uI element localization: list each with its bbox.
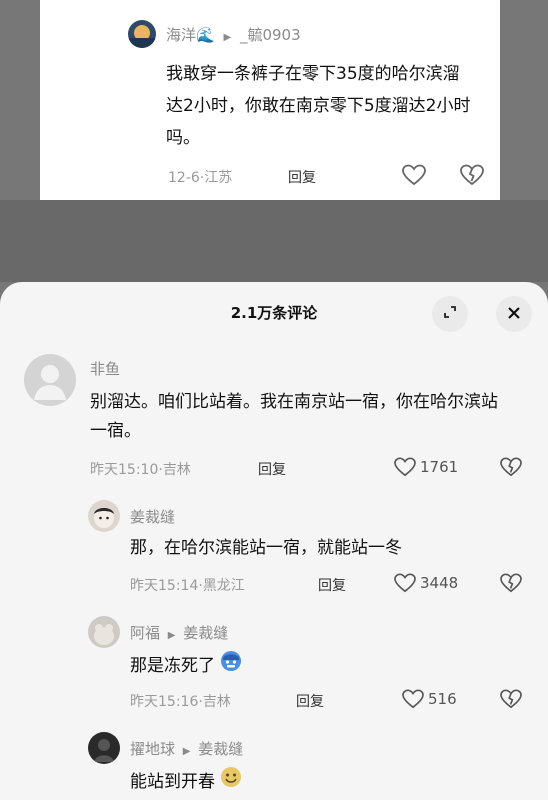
reply-dislike-button[interactable] [500,573,522,593]
reply-meta: 昨天15:14·黑龙江 [130,578,245,594]
reply-reply-button[interactable]: 回复 [318,575,346,595]
reply-dislike-button[interactable] [500,689,522,709]
avatar[interactable] [88,732,120,764]
comment-reply-button[interactable]: 回复 [258,459,286,479]
reply-author-line: 阿福 ▶ 姜裁缝 [130,622,228,643]
top-comment-reply-to[interactable]: _毓0903 [240,26,301,44]
avatar[interactable] [88,616,120,648]
heart-icon [394,457,416,477]
background-gap [0,200,548,282]
avatar[interactable] [24,354,76,406]
top-comment-text: 我敢穿一条裤子在零下35度的哈尔滨溜达2小时，你敢在南京零下5度溜达2小时吗。 [166,64,471,148]
frozen-face-emoji-icon [220,650,242,682]
reply-text: 那是冻死了 [130,656,215,676]
reply-author[interactable]: 姜裁缝 [130,506,175,527]
top-comment-reply-button[interactable]: 回复 [288,167,316,187]
comment-like-button[interactable]: 1761 [394,457,458,477]
broken-heart-icon [500,689,522,709]
reply-like-button[interactable]: 516 [402,689,457,709]
top-comment-author[interactable]: 海洋🌊 [166,26,215,44]
top-comment-avatar[interactable] [128,20,156,48]
top-comment-author-line: 海洋🌊 ▶ _毓0903 [166,24,301,45]
reply-text: 那，在哈尔滨能站一宿，就能站一冬 [130,538,402,558]
comment-dislike-button[interactable] [500,457,522,477]
reply-text: 能站到开春 [130,772,215,792]
like-count: 516 [428,690,457,708]
broken-heart-icon [500,573,522,593]
like-count: 3448 [420,574,459,592]
heart-icon [402,164,426,186]
avatar[interactable] [88,500,120,532]
reply-location: 黑龙江 [202,578,245,594]
reply-arrow-icon: ▶ [223,32,232,43]
top-comment-date: 12-6 [168,170,200,186]
reply-like-button[interactable]: 3448 [394,573,458,593]
comment-meta: 昨天15:10·吉林 [90,462,191,478]
top-comment-dislike-button[interactable] [460,164,484,186]
comment-location: 吉林 [162,462,191,478]
comment-text: 别溜达。咱们比站着。我在南京站一宿，你在哈尔滨站一宿。 [90,392,498,441]
reply-author-line: 擢地球 ▶ 姜裁缝 [130,738,243,759]
reply-author[interactable]: 擢地球 [130,740,175,758]
close-button[interactable] [496,296,532,332]
close-icon [507,305,521,324]
reply-arrow-icon: ▶ [167,630,176,641]
comment-author[interactable]: 非鱼 [90,358,120,379]
reply-text-line: 那是冻死了 [130,650,520,682]
reply-time: 昨天15:14 [130,578,199,594]
reply-time: 昨天15:16 [130,694,199,710]
reply-location: 吉林 [202,694,231,710]
reply-text-line: 能站到开春 [130,766,520,798]
smile-emoji-icon [220,766,242,798]
comment-time: 昨天15:10 [90,462,159,478]
heart-icon [394,573,416,593]
expand-icon [442,304,458,324]
broken-heart-icon [460,164,484,186]
broken-heart-icon [500,457,522,477]
reply-arrow-icon: ▶ [182,746,191,757]
reply-to[interactable]: 姜裁缝 [183,624,228,642]
reply-meta: 昨天15:16·吉林 [130,694,231,710]
comments-sheet: 2.1万条评论 非鱼 别溜达。咱们比站着。我在南京站一宿，你在哈尔滨站一宿。 昨… [0,282,548,800]
top-comment-like-button[interactable] [402,164,426,186]
top-comment-meta: 12-6·江苏 [168,170,233,186]
heart-icon [402,689,424,709]
top-comment-location: 江苏 [204,170,233,186]
reply-author[interactable]: 阿福 [130,624,160,642]
like-count: 1761 [420,458,459,476]
reply-reply-button[interactable]: 回复 [296,691,324,711]
reply-to[interactable]: 姜裁缝 [198,740,243,758]
expand-button[interactable] [432,296,468,332]
